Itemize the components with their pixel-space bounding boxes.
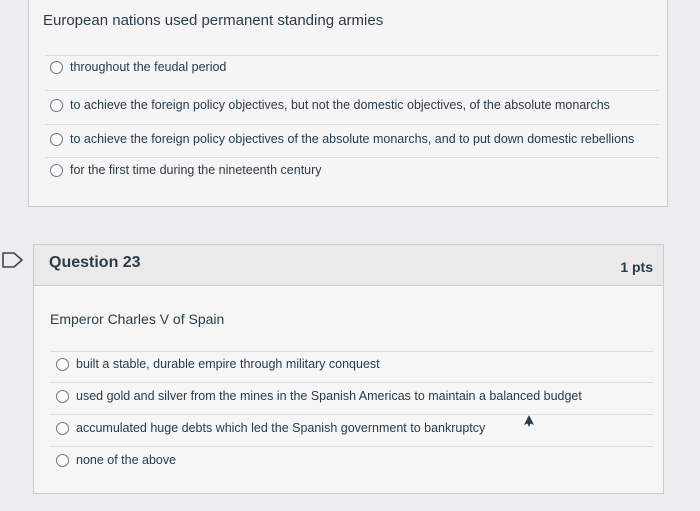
- question-text: Emperor Charles V of Spain: [50, 311, 225, 327]
- answer-option[interactable]: throughout the feudal period: [50, 60, 226, 74]
- answer-label: for the first time during the nineteenth…: [70, 163, 322, 177]
- divider: [45, 55, 659, 56]
- quiz-page: European nations used permanent standing…: [0, 0, 700, 511]
- divider: [45, 157, 659, 158]
- answer-label: throughout the feudal period: [70, 60, 227, 74]
- answer-label: to achieve the foreign policy objectives…: [70, 132, 635, 146]
- question-header: Question 23 1 pts: [34, 245, 663, 286]
- question-23-card: Question 23 1 pts Emperor Charles V of S…: [33, 244, 664, 494]
- question-points: 1 pts: [620, 259, 653, 275]
- radio-button-icon[interactable]: [56, 453, 69, 467]
- question-title: Question 23: [49, 254, 141, 271]
- radio-button-icon[interactable]: [50, 60, 63, 74]
- answer-label: accumulated huge debts which led the Spa…: [76, 421, 486, 435]
- answer-option[interactable]: for the first time during the nineteenth…: [50, 163, 322, 177]
- divider: [50, 382, 653, 383]
- unanswered-flag-icon[interactable]: [2, 251, 24, 269]
- radio-button-icon[interactable]: [56, 421, 69, 435]
- question-22-text: European nations used permanent standing…: [43, 12, 384, 29]
- answer-option[interactable]: built a stable, durable empire through m…: [56, 357, 380, 371]
- answer-option[interactable]: none of the above: [56, 453, 176, 467]
- radio-button-icon[interactable]: [50, 132, 63, 146]
- divider: [50, 446, 653, 447]
- answer-label: none of the above: [76, 453, 177, 467]
- radio-button-icon[interactable]: [56, 357, 69, 371]
- answer-label: used gold and silver from the mines in t…: [76, 389, 582, 403]
- divider: [45, 90, 659, 91]
- radio-button-icon[interactable]: [50, 98, 63, 112]
- radio-button-icon[interactable]: [56, 389, 69, 403]
- answer-option[interactable]: to achieve the foreign policy objectives…: [50, 132, 634, 146]
- divider: [50, 414, 653, 415]
- question-22-card: European nations used permanent standing…: [28, 0, 668, 207]
- answer-label: built a stable, durable empire through m…: [76, 357, 380, 371]
- divider: [45, 124, 659, 125]
- answer-option[interactable]: to achieve the foreign policy objectives…: [50, 98, 610, 112]
- radio-button-icon[interactable]: [50, 163, 63, 177]
- divider: [50, 351, 653, 352]
- mouse-pointer-icon: [524, 415, 534, 427]
- answer-label: to achieve the foreign policy objectives…: [70, 98, 610, 112]
- answer-option[interactable]: used gold and silver from the mines in t…: [56, 389, 582, 403]
- answer-option[interactable]: accumulated huge debts which led the Spa…: [56, 421, 485, 435]
